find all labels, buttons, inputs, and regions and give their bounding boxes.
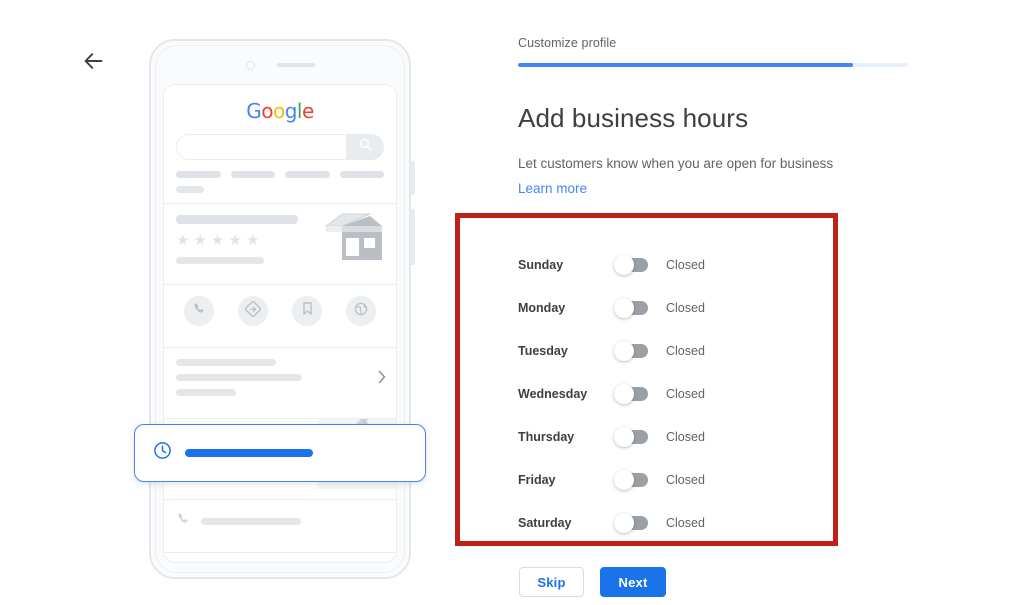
phone-side-button-volume <box>410 161 415 195</box>
day-state-label: Closed <box>666 300 705 315</box>
toggle-knob <box>614 340 634 361</box>
preview-search-button <box>346 134 384 160</box>
phone-speaker-area <box>149 59 411 71</box>
day-state-label: Closed <box>666 472 705 487</box>
bookmark-icon <box>301 301 314 321</box>
preview-phone-row <box>164 500 396 542</box>
business-hours-row: Saturday Closed <box>518 501 848 544</box>
progress-bar <box>518 63 908 67</box>
day-label-sunday: Sunday <box>518 257 564 272</box>
progress-bar-fill <box>518 63 854 67</box>
business-hours-row: Thursday Closed <box>518 415 848 458</box>
placeholder-line <box>176 374 302 381</box>
google-logo: Google <box>246 99 314 123</box>
globe-icon <box>353 301 369 322</box>
hours-placeholder-bar <box>185 449 313 457</box>
day-toggle-friday[interactable] <box>614 469 648 490</box>
business-hours-row: Tuesday Closed <box>518 329 848 372</box>
arrow-left-icon <box>84 53 104 69</box>
star-icon: ★ <box>176 232 190 249</box>
star-icon: ★ <box>228 232 242 249</box>
placeholder-chip-small <box>176 186 204 193</box>
day-state-label: Closed <box>666 386 705 401</box>
business-name-placeholder <box>176 215 298 224</box>
day-label-wednesday: Wednesday <box>518 386 588 401</box>
clock-icon <box>153 441 172 465</box>
star-icon: ★ <box>193 232 207 249</box>
business-hours-callout-card <box>134 424 426 482</box>
learn-more-link[interactable]: Learn more <box>518 181 587 196</box>
search-icon <box>359 138 372 156</box>
placeholder-chip <box>176 171 221 178</box>
chevron-right-icon <box>378 370 386 386</box>
business-hours-list: Sunday Closed Monday Closed Tuesday Closed Wed… <box>518 243 848 544</box>
toggle-knob <box>614 426 634 447</box>
storefront-illustration <box>324 210 386 264</box>
business-hours-row: Monday Closed <box>518 286 848 329</box>
day-state-label: Closed <box>666 257 705 272</box>
phone-camera-icon <box>245 60 255 70</box>
onboarding-panel: Customize profile Add business hours Let… <box>518 36 918 198</box>
page-subtitle: Let customers know when you are open for… <box>518 156 834 171</box>
phone-preview-mockup: Google ★ ★ ★ ★ ★ <box>134 39 426 579</box>
phone-side-button-power <box>410 209 415 265</box>
placeholder-chip <box>339 171 384 178</box>
placeholder-chip <box>285 171 330 178</box>
back-button[interactable] <box>78 45 110 77</box>
placeholder-chip <box>230 171 275 178</box>
footer-actions: Skip Next <box>519 567 666 597</box>
preview-action-website <box>346 296 376 326</box>
day-toggle-tuesday[interactable] <box>614 340 648 361</box>
toggle-knob <box>614 297 634 318</box>
toggle-knob <box>614 469 634 490</box>
placeholder-line <box>201 517 301 525</box>
day-toggle-thursday[interactable] <box>614 426 648 447</box>
day-label-tuesday: Tuesday <box>518 343 568 358</box>
preview-action-directions <box>238 296 268 326</box>
toggle-knob <box>614 383 634 404</box>
star-icon: ★ <box>245 232 260 249</box>
placeholder-line <box>176 389 236 396</box>
placeholder-line <box>176 359 276 366</box>
day-state-label: Closed <box>666 515 705 530</box>
preview-action-call <box>184 296 214 326</box>
toggle-knob <box>614 512 634 533</box>
preview-action-save <box>292 296 322 326</box>
star-icon: ★ <box>210 232 225 249</box>
day-toggle-wednesday[interactable] <box>614 383 648 404</box>
preview-search-bar <box>176 134 384 160</box>
step-label: Customize profile <box>518 36 617 50</box>
phone-screen: Google ★ ★ ★ ★ ★ <box>163 84 397 563</box>
business-category-placeholder <box>176 257 264 264</box>
business-hours-row: Wednesday Closed <box>518 372 848 415</box>
day-label-saturday: Saturday <box>518 515 572 530</box>
preview-list-block <box>164 348 396 408</box>
page-title: Add business hours <box>518 103 749 133</box>
day-toggle-monday[interactable] <box>614 297 648 318</box>
preview-business-block: ★ ★ ★ ★ ★ <box>164 204 396 274</box>
business-hours-row: Sunday Closed <box>518 243 848 286</box>
day-state-label: Closed <box>666 343 705 358</box>
next-button[interactable]: Next <box>600 567 666 597</box>
day-state-label: Closed <box>666 429 705 444</box>
preview-chip-row <box>176 171 384 178</box>
phone-icon <box>176 511 191 531</box>
phone-earpiece-grille <box>276 63 315 67</box>
day-toggle-sunday[interactable] <box>614 254 648 275</box>
day-label-monday: Monday <box>518 300 566 315</box>
day-toggle-saturday[interactable] <box>614 512 648 533</box>
preview-website-row <box>164 553 396 562</box>
directions-icon <box>244 300 262 322</box>
toggle-knob <box>614 254 634 275</box>
preview-action-row <box>164 285 396 337</box>
business-hours-row: Friday Closed <box>518 458 848 501</box>
skip-button[interactable]: Skip <box>519 567 584 597</box>
phone-icon <box>192 301 207 321</box>
day-label-friday: Friday <box>518 472 556 487</box>
day-label-thursday: Thursday <box>518 429 575 444</box>
